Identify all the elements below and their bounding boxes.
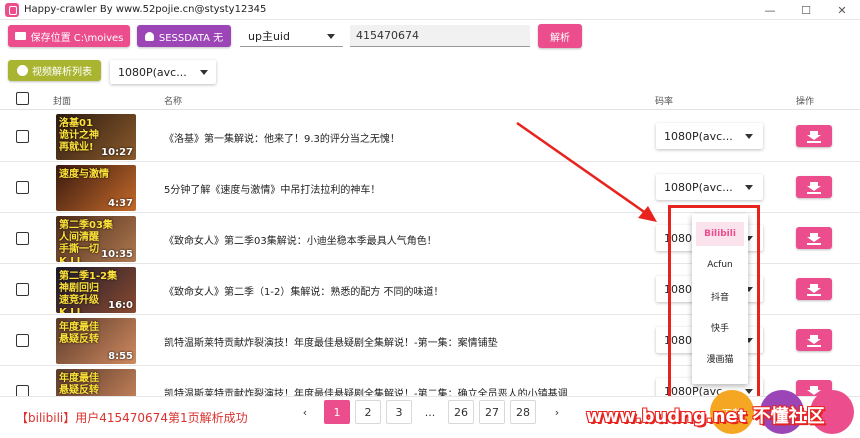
download-button[interactable] xyxy=(796,227,832,249)
global-quality-value: 1080P(avc... xyxy=(118,65,187,79)
header-action: 操作 xyxy=(796,97,815,107)
download-icon xyxy=(807,182,821,194)
thumbnail-caption: 洛基01 诡计之神 再就业! xyxy=(59,118,99,153)
platform-option[interactable]: 抖音 xyxy=(696,284,744,308)
status-text: 【bilibili】用户415470674第1页解析成功 xyxy=(16,411,248,425)
row-checkbox[interactable] xyxy=(16,130,29,143)
global-quality-select[interactable]: 1080P(avc... xyxy=(110,60,216,84)
video-list-label: 视频解析列表 xyxy=(32,67,92,78)
row-quality-value: 1080P(avc... xyxy=(664,180,733,194)
download-button[interactable] xyxy=(796,278,832,300)
video-title: 《致命女人》第二季03集解说：小迪坐稳本季最具人气角色！ xyxy=(164,236,437,247)
platform-option[interactable]: 漫画猫 xyxy=(696,346,744,370)
prev-page-button[interactable]: ‹ xyxy=(292,400,318,424)
title-bar: Happy-crawler By www.52pojie.cn@stysty12… xyxy=(0,0,860,20)
table-row: 速度与激情 4:37 5分钟了解《速度与激情》中吊打法拉利的神车！ 1080P(avc… xyxy=(0,162,860,213)
video-duration: 8:55 xyxy=(108,351,133,362)
page-button[interactable]: 3 xyxy=(386,400,412,424)
annotation-arrow-icon xyxy=(516,121,657,222)
uid-input[interactable]: 415470674 xyxy=(350,25,530,47)
row-checkbox[interactable] xyxy=(16,232,29,245)
video-list-button[interactable]: 视频解析列表 xyxy=(8,60,101,81)
video-title: 凯特温斯莱特贡献炸裂演技！年度最佳悬疑剧全集解说！-第一集：案情铺垫 xyxy=(164,338,498,349)
page-button[interactable]: 2 xyxy=(355,400,381,424)
sessdata-label: SESSDATA 无 xyxy=(158,32,224,44)
play-icon xyxy=(17,65,28,76)
watermark: www.budng.net 不懂社区 xyxy=(586,406,825,427)
download-icon xyxy=(807,284,821,296)
chevron-down-icon xyxy=(745,134,753,139)
app-logo-icon xyxy=(5,2,19,17)
table-header: 封面 名称 码率 操作 xyxy=(0,88,860,110)
minimize-button[interactable]: — xyxy=(756,2,784,18)
folder-icon xyxy=(14,32,26,40)
video-title: 《洛基》第一集解说：他来了！9.3的评分当之无愧！ xyxy=(164,134,400,145)
maximize-button[interactable]: ☐ xyxy=(792,2,820,18)
video-thumbnail[interactable]: 第二季03集 人间清醒 手撕一切 K LL 10:35 xyxy=(56,216,136,262)
video-title: 《致命女人》第二季（1-2）集解说：熟悉的配方 不同的味道！ xyxy=(164,287,444,298)
download-icon xyxy=(807,233,821,245)
chevron-down-icon xyxy=(327,33,335,39)
header-rate: 码率 xyxy=(655,97,674,107)
platform-dropdown: Bilibili Acfun 抖音快手漫画猫 xyxy=(692,214,748,384)
table-row: 洛基01 诡计之神 再就业! 10:27 《洛基》第一集解说：他来了！9.3的评分当… xyxy=(0,111,860,162)
mode-select-value: up主uid xyxy=(248,29,290,43)
save-location-button[interactable]: 保存位置 C:\moives xyxy=(8,25,130,47)
video-thumbnail[interactable]: 速度与激情 4:37 xyxy=(56,165,136,211)
uid-input-value: 415470674 xyxy=(356,29,419,42)
video-duration: 16:0 xyxy=(108,300,133,311)
row-quality-select[interactable]: 1080P(avc... xyxy=(656,174,763,200)
video-duration: 10:27 xyxy=(101,147,133,158)
platform-option[interactable]: Acfun xyxy=(696,253,744,277)
chevron-down-icon xyxy=(200,70,208,75)
row-checkbox[interactable] xyxy=(16,283,29,296)
video-duration: 4:37 xyxy=(108,198,133,209)
window-title: Happy-crawler By www.52pojie.cn@stysty12… xyxy=(24,4,267,15)
video-title: 5分钟了解《速度与激情》中吊打法拉利的神车！ xyxy=(164,185,381,196)
chevron-down-icon xyxy=(745,185,753,190)
user-icon xyxy=(144,31,154,41)
mode-select[interactable]: up主uid xyxy=(240,25,343,47)
row-quality-value: 1080P(avc... xyxy=(664,129,733,143)
row-checkbox[interactable] xyxy=(16,334,29,347)
platform-option[interactable]: Bilibili xyxy=(696,222,744,246)
row-quality-select[interactable]: 1080P(avc... xyxy=(656,123,763,149)
video-thumbnail[interactable]: 年度最佳 悬疑反转 8:55 xyxy=(56,318,136,364)
header-name: 名称 xyxy=(164,97,183,107)
thumbnail-caption: 年度最佳 悬疑反转 xyxy=(59,373,99,396)
page-button[interactable]: 27 xyxy=(479,400,505,424)
page-button[interactable]: 28 xyxy=(510,400,536,424)
header-cover: 封面 xyxy=(53,97,72,107)
parse-button[interactable]: 解析 xyxy=(538,24,582,48)
download-button[interactable] xyxy=(796,176,832,198)
page-button[interactable]: 26 xyxy=(448,400,474,424)
video-duration: 10:35 xyxy=(101,249,133,260)
next-page-button[interactable]: › xyxy=(544,400,570,424)
download-button[interactable] xyxy=(796,125,832,147)
page-ellipsis[interactable]: ... xyxy=(417,400,443,424)
chevron-down-icon xyxy=(745,389,753,394)
video-thumbnail[interactable]: 第二季1-2集 神剧回归 速竞升级 K LL 16:0 xyxy=(56,267,136,313)
page-button[interactable]: 1 xyxy=(324,400,350,424)
download-icon xyxy=(807,131,821,143)
row-checkbox[interactable] xyxy=(16,181,29,194)
download-button[interactable] xyxy=(796,329,832,351)
close-button[interactable]: ✕ xyxy=(828,2,856,18)
sessdata-button[interactable]: SESSDATA 无 xyxy=(137,25,231,47)
select-all-checkbox[interactable] xyxy=(16,92,29,105)
thumbnail-caption: 年度最佳 悬疑反转 xyxy=(59,322,99,345)
thumbnail-caption: 速度与激情 xyxy=(59,169,109,180)
save-location-label: 保存位置 C:\moives xyxy=(30,32,124,44)
platform-option[interactable]: 快手 xyxy=(696,315,744,339)
video-thumbnail[interactable]: 洛基01 诡计之神 再就业! 10:27 xyxy=(56,114,136,160)
download-icon xyxy=(807,335,821,347)
